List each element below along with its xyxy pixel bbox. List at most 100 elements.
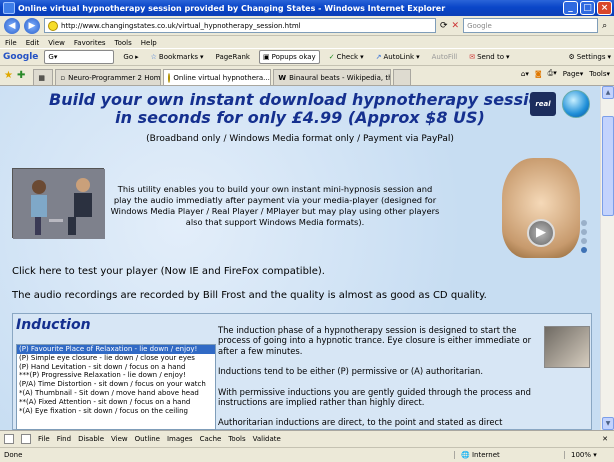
page-menu[interactable]: Page▾ [563, 70, 583, 78]
print-icon[interactable]: ⎙▾ [548, 69, 557, 78]
sendto-label: Send to [477, 53, 504, 61]
feeds-icon[interactable]: ◙ [535, 70, 542, 78]
windows-media-player-logo[interactable] [562, 90, 590, 118]
select-element-icon[interactable] [4, 434, 14, 444]
popups-icon: ▣ [262, 53, 270, 61]
back-button[interactable]: ◀ [4, 17, 20, 34]
induction-description: The induction phase of a hypnotherapy se… [218, 325, 543, 430]
close-button[interactable]: × [597, 1, 612, 15]
settings-button[interactable]: ⚙ Settings ▾ [565, 50, 614, 64]
stop-icon[interactable]: ✕ [452, 21, 460, 31]
autolink-label: AutoLink [383, 53, 415, 61]
therapy-session-photo [12, 168, 105, 239]
slide-dot[interactable] [581, 238, 587, 244]
send-icon: ✉ [469, 53, 476, 61]
devbar-validate[interactable]: Validate [253, 435, 281, 443]
slide-dots [581, 220, 587, 253]
slide-dot[interactable] [581, 247, 587, 253]
devbar-images[interactable]: Images [167, 435, 193, 443]
list-item[interactable]: *(A) Thumbnail - Sit down / move hand ab… [17, 389, 215, 398]
real-player-logo[interactable]: real [530, 92, 556, 116]
slide-dot[interactable] [581, 229, 587, 235]
induction-listbox[interactable]: (P) Favourite Place of Relaxation - lie … [16, 344, 216, 430]
list-item[interactable]: ***(P) Progressive Relaxation - lie down… [17, 371, 215, 380]
menu-view[interactable]: View [48, 39, 65, 47]
refresh-icon[interactable]: ⟳ [440, 21, 448, 31]
slide-dot[interactable] [581, 220, 587, 226]
devbar-find[interactable]: Find [57, 435, 71, 443]
url-field[interactable]: http://www.changingstates.co.uk/virtual_… [44, 18, 436, 33]
settings-label: Settings [576, 53, 606, 61]
bookmarks-button[interactable]: ☆ Bookmarks ▾ [148, 50, 207, 64]
home-icon[interactable]: ⌂▾ [521, 70, 529, 78]
check-button[interactable]: ✓ Check ▾ [326, 50, 367, 64]
menu-help[interactable]: Help [141, 39, 157, 47]
developer-toolbar: File Find Disable View Outline Images Ca… [0, 431, 614, 447]
scroll-up-button[interactable]: ▲ [602, 86, 614, 99]
maximize-button[interactable]: □ [580, 1, 595, 15]
devbar-tools[interactable]: Tools [228, 435, 245, 443]
autofill-button[interactable]: AutoFill [429, 50, 461, 64]
add-favorites-icon[interactable]: ✚ [17, 70, 25, 81]
go-button[interactable]: Go ▸ [120, 50, 141, 64]
scroll-thumb[interactable] [602, 116, 614, 216]
headline-line-1: Build your own instant download hypnothe… [49, 90, 551, 109]
smiley-icon [168, 72, 171, 83]
page-menu-label: Page [562, 69, 580, 78]
list-item[interactable]: (P) Hand Levitation - sit down / focus o… [17, 363, 215, 372]
play-button[interactable]: ▶ [527, 219, 555, 247]
minimize-button[interactable]: _ [563, 1, 578, 15]
tab-virtual-hypnotherapy[interactable]: Online virtual hypnothera... [163, 69, 272, 85]
sendto-button[interactable]: ✉ Send to ▾ [466, 50, 512, 64]
popups-button[interactable]: ▣ Popups okay [258, 50, 320, 64]
quick-tabs-button[interactable]: ▦ [33, 69, 54, 85]
google-search-field[interactable]: G▾ [44, 50, 115, 64]
menu-tools[interactable]: Tools [115, 39, 132, 47]
bookmarks-label: Bookmarks [158, 53, 199, 61]
ie-icon [3, 2, 15, 14]
new-tab-button[interactable] [393, 69, 412, 85]
devbar-close-icon[interactable]: ✕ [602, 435, 608, 443]
pagerank-button[interactable]: PageRank [213, 50, 253, 64]
description-paragraph: With permissive inductions you are gentl… [218, 386, 531, 408]
induction-photo [544, 326, 590, 368]
description-paragraph: Inductions tend to be either (P) permiss… [218, 366, 484, 377]
vertical-scrollbar[interactable]: ▲ ▼ [600, 86, 614, 430]
tools-menu[interactable]: Tools▾ [589, 70, 610, 78]
devbar-view[interactable]: View [111, 435, 128, 443]
check-icon: ✓ [328, 53, 335, 61]
status-area: File Find Disable View Outline Images Ca… [0, 430, 614, 461]
search-placeholder: Google [467, 21, 492, 30]
devbar-file[interactable]: File [38, 435, 50, 443]
command-bar: ⌂▾ ◙ ⎙▾ Page▾ Tools▾ [521, 69, 610, 78]
devbar-cache[interactable]: Cache [200, 435, 222, 443]
devbar-disable[interactable]: Disable [78, 435, 104, 443]
recordings-note: The audio recordings are recorded by Bil… [12, 290, 487, 301]
scroll-down-button[interactable]: ▼ [602, 417, 614, 430]
search-icon[interactable]: ⌕ [602, 21, 607, 31]
devbar-outline[interactable]: Outline [135, 435, 160, 443]
zoom-control[interactable]: 100% ▾ [564, 451, 614, 459]
tab-neuro-programmer[interactable]: ▫ Neuro-Programmer 2 Home -... [55, 69, 162, 85]
url-text: http://www.changingstates.co.uk/virtual_… [61, 21, 301, 30]
favorites-star-icon[interactable]: ★ [4, 70, 13, 81]
google-toolbar: Google G▾ Go ▸ ☆ Bookmarks ▾ PageRank ▣ Popu… [0, 48, 614, 66]
google-logo: Google [3, 52, 39, 62]
list-item[interactable]: (P) Favourite Place of Relaxation - lie … [17, 345, 215, 354]
list-item[interactable]: (P/A) Time Distortion - sit down / focus… [17, 380, 215, 389]
headline-line-2: in seconds for only £4.99 (Approx $8 US) [115, 108, 485, 127]
menu-file[interactable]: File [5, 39, 17, 47]
test-player-link[interactable]: Click here to test your player (Now IE a… [12, 266, 325, 277]
wrench-icon: ⚙ [568, 53, 575, 61]
list-item[interactable]: (P) Simple eye closure - lie down / clos… [17, 354, 215, 363]
search-input[interactable]: Google [463, 18, 599, 33]
list-item[interactable]: *(A) Eye fixation - sit down / focus on … [17, 407, 215, 416]
autolink-button[interactable]: ↗ AutoLink ▾ [373, 50, 423, 64]
menu-favorites[interactable]: Favorites [74, 39, 106, 47]
tab-binaural-beats[interactable]: W Binaural beats - Wikipedia, th... [273, 69, 392, 85]
menu-edit[interactable]: Edit [26, 39, 40, 47]
forward-button[interactable]: ▶ [24, 17, 40, 34]
star-icon: ☆ [150, 53, 157, 61]
dom-icon[interactable] [21, 434, 31, 444]
list-item[interactable]: **(A) Fixed Attention - sit down / focus… [17, 398, 215, 407]
